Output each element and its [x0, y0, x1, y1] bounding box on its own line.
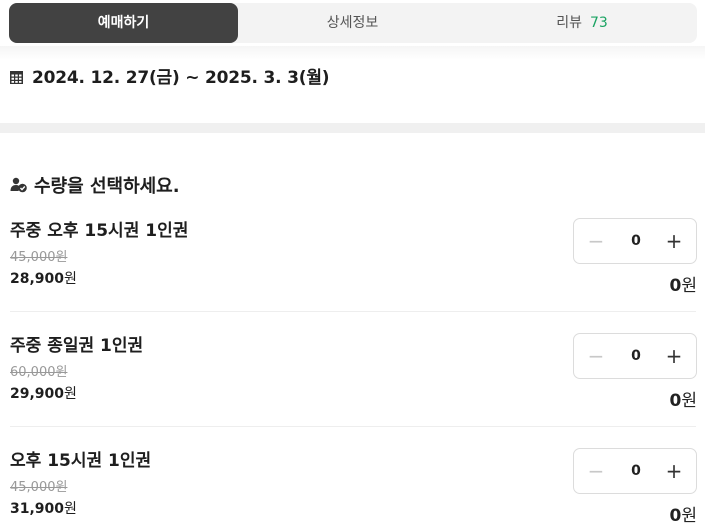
tab-booking[interactable]: 예매하기	[9, 3, 238, 43]
line-total: 0원	[669, 506, 697, 526]
quantity-stepper: − 0 +	[573, 333, 697, 379]
original-price: 45,000원	[10, 480, 68, 495]
quantity-value: 0	[631, 463, 641, 479]
ticket-name: 주중 종일권 1인권	[10, 336, 144, 356]
item-divider	[10, 311, 696, 312]
decrease-button[interactable]: −	[576, 334, 616, 378]
item-divider	[10, 426, 696, 427]
sale-price: 28,900원	[10, 271, 77, 287]
review-count: 73	[589, 15, 608, 31]
line-total: 0원	[669, 276, 697, 296]
tab-reviews[interactable]: 리뷰 73	[467, 3, 697, 43]
people-check-icon	[10, 177, 28, 193]
increase-button[interactable]: +	[654, 334, 694, 378]
section-divider	[0, 123, 705, 133]
calendar-icon	[10, 69, 23, 84]
increase-button[interactable]: +	[654, 449, 694, 493]
section-title-text: 수량을 선택하세요.	[34, 176, 180, 197]
ticket-name: 오후 15시권 1인권	[10, 451, 152, 471]
original-price: 45,000원	[10, 250, 68, 265]
date-range: 2024. 12. 27(금) ~ 2025. 3. 3(월)	[32, 67, 330, 88]
tab-label: 상세정보	[326, 15, 379, 31]
line-total: 0원	[669, 391, 697, 411]
quantity-section-title: 수량을 선택하세요.	[10, 172, 180, 198]
original-price: 60,000원	[10, 365, 68, 380]
sale-price: 31,900원	[10, 501, 77, 517]
schedule-row: 2024. 12. 27(금) ~ 2025. 3. 3(월)	[10, 62, 330, 88]
sale-price: 29,900원	[10, 386, 77, 402]
decrease-button[interactable]: −	[576, 219, 616, 263]
ticket-name: 주중 오후 15시권 1인권	[10, 221, 189, 241]
tab-label: 리뷰	[556, 15, 582, 31]
tab-shadow	[0, 46, 705, 60]
increase-button[interactable]: +	[654, 219, 694, 263]
tab-details[interactable]: 상세정보	[238, 3, 467, 43]
quantity-value: 0	[631, 233, 641, 249]
quantity-stepper: − 0 +	[573, 218, 697, 264]
quantity-stepper: − 0 +	[573, 448, 697, 494]
tab-label: 예매하기	[97, 15, 150, 31]
decrease-button[interactable]: −	[576, 449, 616, 493]
tab-bar: 예매하기 상세정보 리뷰 73	[9, 3, 697, 43]
quantity-value: 0	[631, 348, 641, 364]
